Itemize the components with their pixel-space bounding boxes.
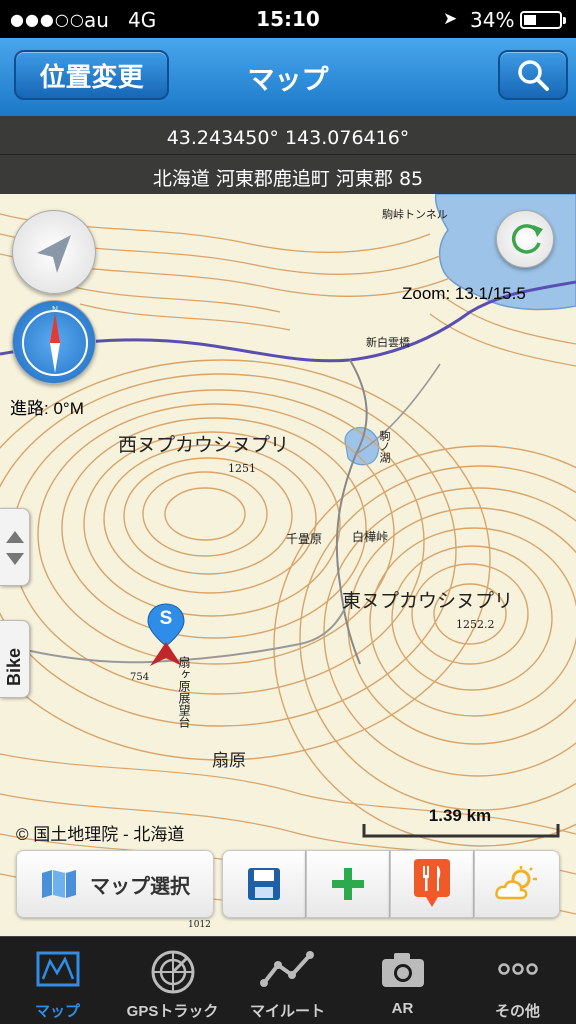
bike-label: Bike [4,647,24,686]
radar-icon [151,950,194,994]
label-senjogahara: 千畳原 [286,532,323,546]
map-select-label: マップ選択 [90,875,190,898]
topographic-map[interactable]: 西ヌプカウシヌプリ 1251 東ヌプカウシヌプリ 1252.2 駒峠トンネル 新… [0,194,576,936]
weather-icon [495,866,537,900]
label-ogihara: 扇原 [212,751,246,771]
refresh-button[interactable] [496,210,554,268]
svg-text:N: N [52,305,58,314]
scale-bar [362,824,560,838]
status-bar: ●●●○○ au 4G 15:10 ➤ 34% [0,0,576,38]
save-button[interactable] [222,850,306,918]
battery-percent: 34% [470,8,515,32]
label-elev-west: 1251 [228,462,256,475]
marker-letter: S [159,608,173,629]
zoom-readout: Zoom: 13.1/15.5 [402,284,526,303]
camera-icon [381,953,424,987]
navigation-mode-button[interactable] [12,210,96,294]
compass-icon: N [22,305,88,376]
tab-more[interactable]: その他 [460,937,575,1024]
map-copyright: © 国土地理院 - 北海道 [16,825,185,844]
heading-readout: 進路: 0°M [10,399,84,418]
battery-icon [520,11,566,29]
tab-bar: マップ GPSトラック マイルート AR その他 [0,936,576,1024]
restaurant-button[interactable] [390,850,474,918]
route-icon [259,951,314,987]
save-icon [248,868,280,900]
location-info-bar: 43.243450° 143.076416° 北海道 河東郡鹿追町 河東郡 85 [0,116,576,194]
add-icon [332,868,364,900]
divider [0,154,576,155]
refresh-icon [511,224,543,254]
tab-map-label: マップ [34,1003,80,1020]
address: 北海道 河東郡鹿追町 河東郡 85 [152,168,424,190]
weather-button[interactable] [474,850,560,918]
search-button[interactable] [498,50,568,100]
label-lake-names: 駒ノ湖 [378,430,391,463]
layer-toggle-button[interactable] [0,508,30,586]
tab-my-route[interactable]: マイルート [230,937,345,1024]
map-icon [36,951,79,987]
label-pass: 新白雲橋 [366,336,410,349]
label-shirakaba: 白樺峠 [352,530,389,544]
tab-more-label: その他 [494,1003,540,1020]
map-select-button[interactable]: マップ選択 [16,850,214,918]
tab-gps-track[interactable]: GPSトラック [115,937,230,1024]
restaurant-icon [414,859,450,907]
label-marker-elev: 754 [130,672,150,683]
search-icon [518,60,549,91]
more-icon [497,963,538,975]
label-mountain-east: 東ヌプカウシヌプリ [342,590,514,612]
label-tunnel: 駒峠トンネル [382,208,448,221]
compass-button[interactable]: N [12,300,96,384]
label-mountain-west: 西ヌプカウシヌプリ [118,434,290,456]
page-title: マップ [247,65,329,96]
navigation-arrow-icon [37,235,71,273]
add-button[interactable] [306,850,390,918]
coordinates: 43.243450° 143.076416° [166,127,410,149]
map-icon [42,870,76,898]
location-arrow-icon: ➤ [443,9,458,29]
label-spot-elev: 1012 [188,920,211,930]
tab-map[interactable]: マップ [0,937,115,1024]
tab-ar-label: AR [391,1000,414,1017]
tab-ar[interactable]: AR [345,937,460,1024]
up-down-arrows-icon [6,531,24,565]
tab-gps-track-label: GPSトラック [126,1003,219,1020]
nav-bar: 位置変更 マップ [0,38,576,116]
label-elev-east: 1252.2 [456,618,495,631]
tab-my-route-label: マイルート [249,1003,325,1020]
